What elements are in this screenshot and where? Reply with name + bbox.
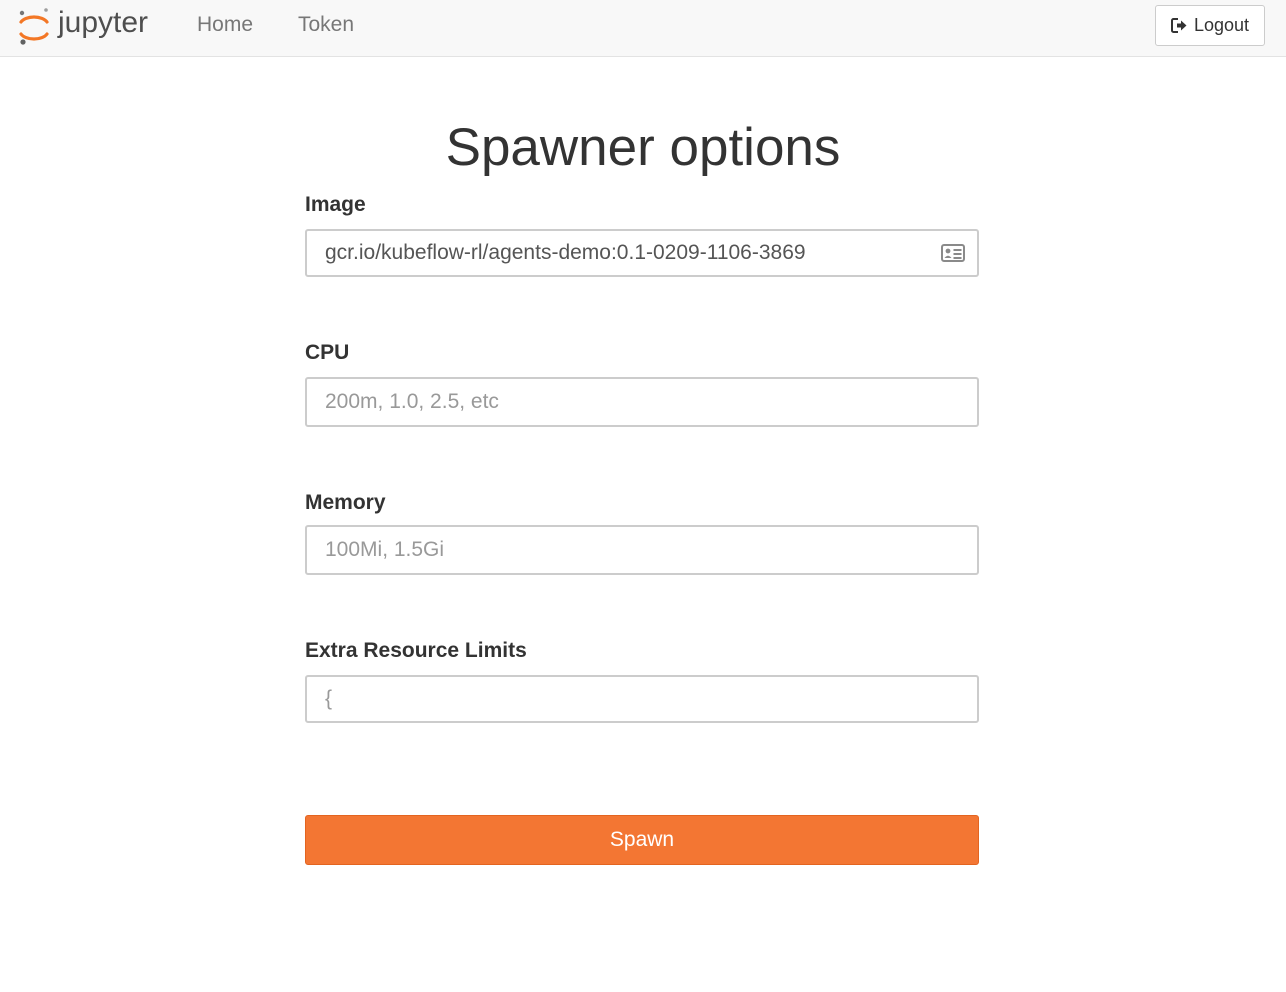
sign-out-icon (1170, 17, 1188, 34)
logout-button[interactable]: Logout (1155, 5, 1265, 46)
cpu-input[interactable] (305, 377, 979, 427)
image-label: Image (305, 193, 366, 216)
memory-input[interactable] (305, 525, 979, 575)
logout-label: Logout (1193, 15, 1250, 35)
page-title: Spawner options (445, 118, 841, 177)
nav-token-link[interactable]: Token (298, 13, 354, 37)
nav-home-link[interactable]: Home (197, 13, 253, 37)
image-field[interactable]: gcr.io/kubeflow-rl/agents-demo:0.1-0209-… (305, 229, 979, 277)
spawn-button[interactable]: Spawn (305, 815, 979, 865)
navbar: jupyter Home Token Logout (0, 0, 1286, 57)
logo-wordmark: jupyter (57, 6, 148, 39)
extra-resource-limits-input[interactable] (305, 675, 979, 723)
memory-label: Memory (305, 491, 386, 514)
extra-resource-limits-label: Extra Resource Limits (305, 639, 527, 662)
jupyter-logo[interactable]: jupyter (16, 4, 176, 48)
contact-card-icon[interactable] (941, 244, 965, 262)
cpu-label: CPU (305, 341, 350, 364)
image-field-value: gcr.io/kubeflow-rl/agents-demo:0.1-0209-… (325, 241, 806, 264)
